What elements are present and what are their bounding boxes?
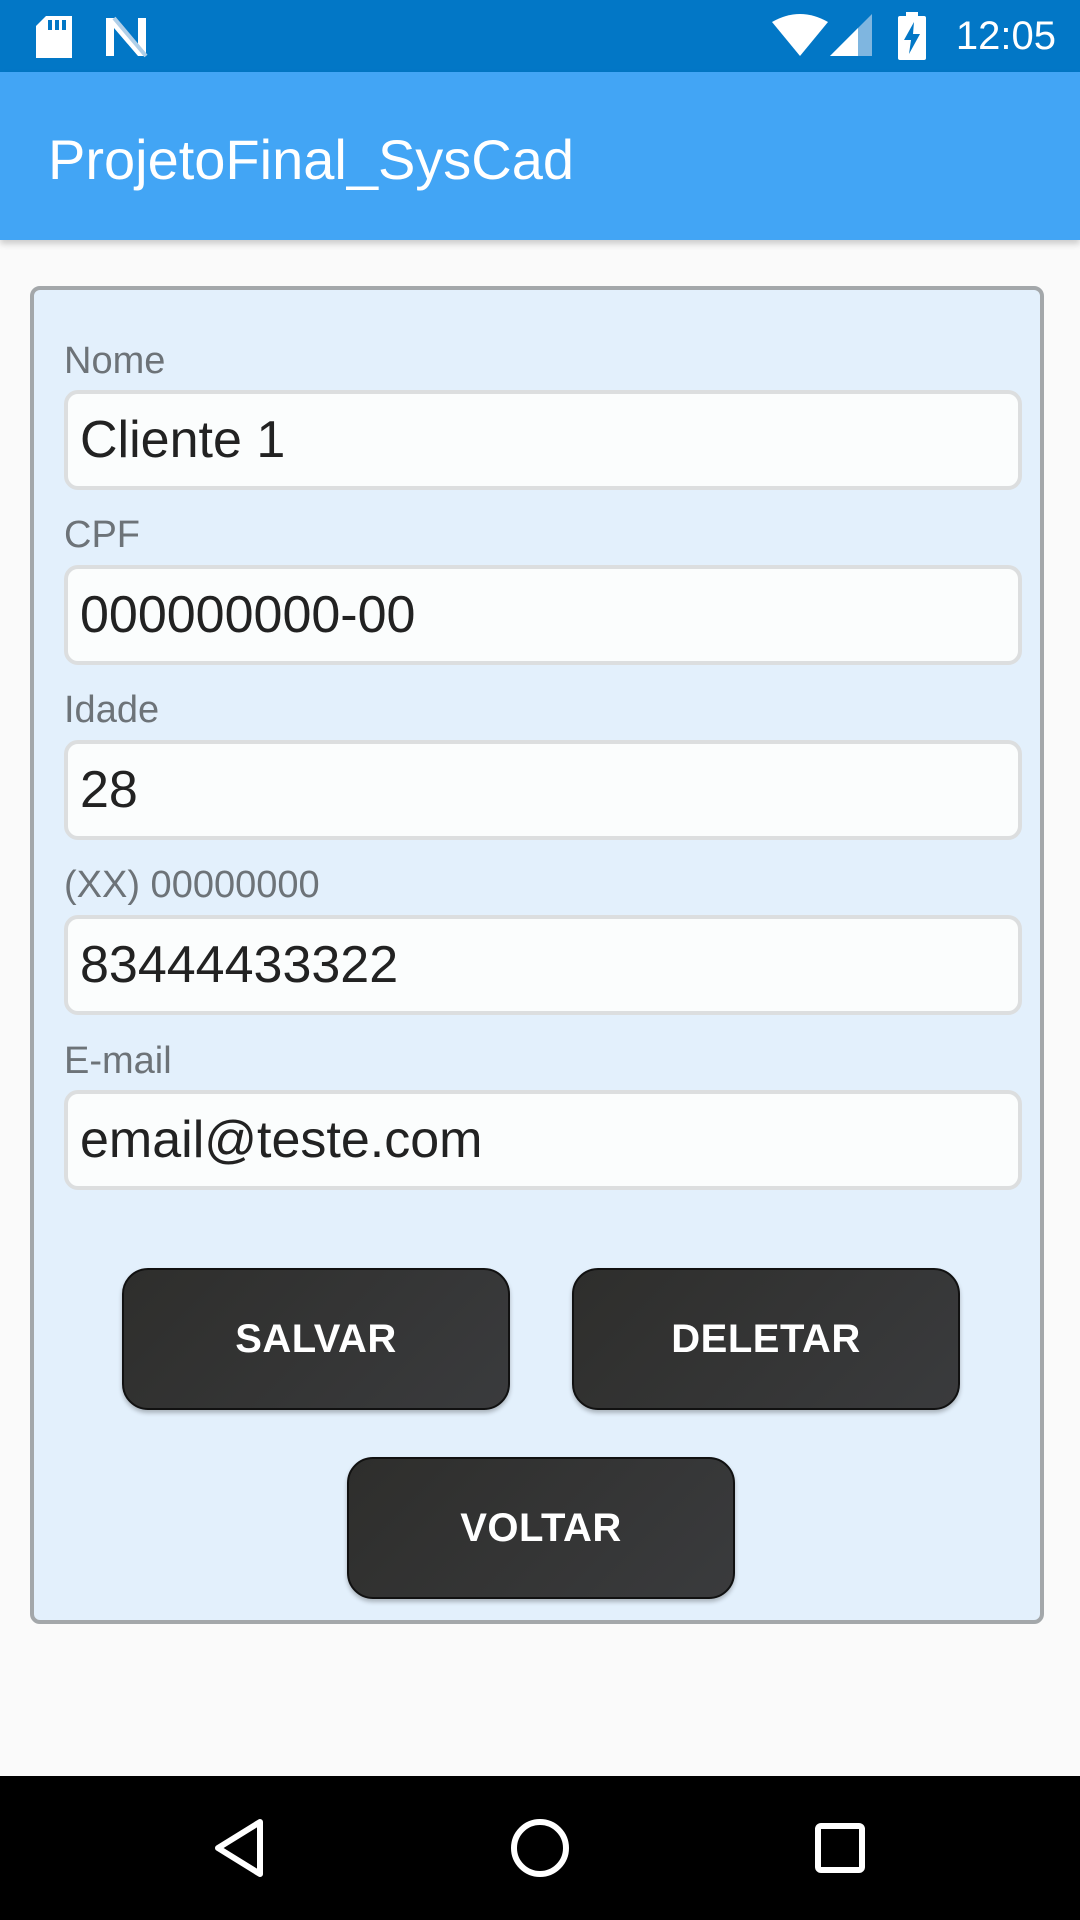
email-label: E-mail bbox=[64, 1040, 172, 1082]
nome-label: Nome bbox=[64, 340, 166, 382]
signal-icon bbox=[830, 14, 874, 63]
app-title: ProjetoFinal_SysCad bbox=[48, 128, 575, 191]
home-icon[interactable] bbox=[508, 1816, 572, 1880]
telefone-input[interactable]: 83444433322 bbox=[64, 915, 1022, 1015]
cpf-input[interactable]: 000000000-00 bbox=[64, 565, 1022, 665]
delete-button[interactable]: DELETAR bbox=[572, 1268, 960, 1410]
sd-card-icon bbox=[36, 16, 72, 63]
wifi-icon bbox=[772, 14, 828, 63]
battery-charging-icon bbox=[898, 12, 926, 65]
cpf-label: CPF bbox=[64, 514, 140, 556]
status-bar: 12:05 bbox=[0, 0, 1080, 72]
telefone-label: (XX) 00000000 bbox=[64, 864, 320, 906]
email-input[interactable]: email@teste.com bbox=[64, 1090, 1022, 1190]
save-button[interactable]: SALVAR bbox=[122, 1268, 510, 1410]
recents-icon[interactable] bbox=[808, 1816, 872, 1880]
status-time: 12:05 bbox=[955, 14, 1056, 58]
idade-label: Idade bbox=[64, 689, 160, 731]
n-notification-icon bbox=[104, 16, 148, 63]
idade-input[interactable]: 28 bbox=[64, 740, 1022, 840]
form-card: Nome Cliente 1 CPF 000000000-00 Idade 28… bbox=[30, 286, 1044, 1624]
navigation-bar bbox=[0, 1776, 1080, 1920]
back-button[interactable]: VOLTAR bbox=[347, 1457, 735, 1599]
app-bar: ProjetoFinal_SysCad bbox=[0, 72, 1080, 240]
back-icon[interactable] bbox=[208, 1816, 272, 1880]
nome-input[interactable]: Cliente 1 bbox=[64, 390, 1022, 490]
